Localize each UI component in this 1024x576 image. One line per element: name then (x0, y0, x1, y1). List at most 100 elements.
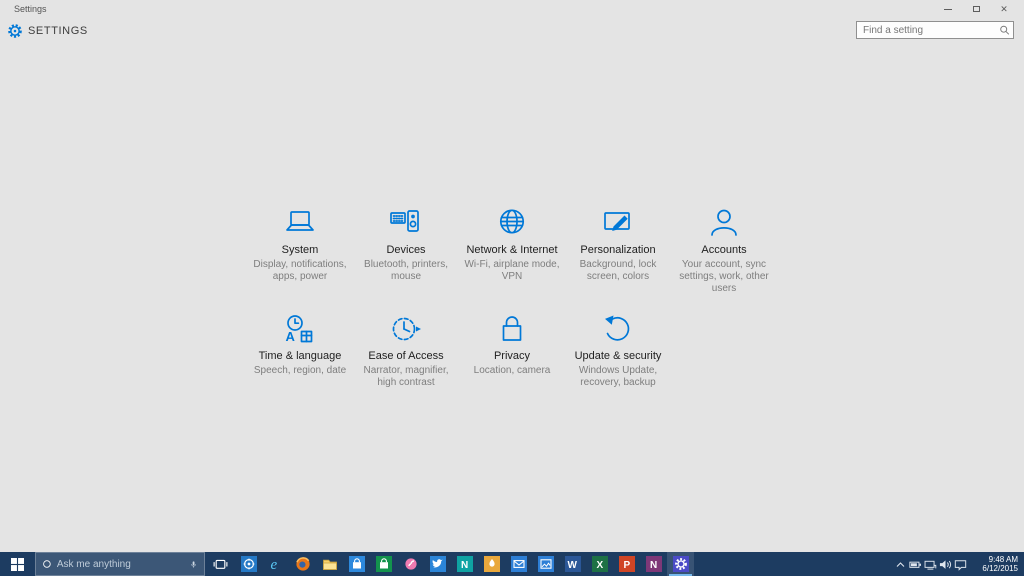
ease-of-access-icon (388, 314, 424, 344)
microphone-icon[interactable] (189, 558, 198, 571)
tile-devices[interactable]: Devices Bluetooth, printers, mouse (353, 208, 459, 283)
tile-time-language[interactable]: A Time & language Speech, region, date (247, 314, 353, 377)
cortana-icon (42, 557, 52, 571)
system-tray: 9:48 AM 6/12/2015 (893, 552, 1024, 576)
find-setting-input[interactable] (857, 25, 999, 36)
task-view-button[interactable] (205, 552, 235, 576)
insider-hub-icon (241, 556, 257, 572)
taskbar-app-store[interactable] (343, 552, 370, 576)
taskbar-app-powerpoint[interactable]: P (613, 552, 640, 576)
tile-network-internet[interactable]: Network & Internet Wi-Fi, airplane mode,… (459, 208, 565, 283)
clock-language-icon: A (282, 314, 318, 344)
window-title: Settings (14, 4, 47, 14)
taskbar-app-store-beta[interactable] (370, 552, 397, 576)
svg-text:W: W (567, 560, 577, 571)
settings-app-icon (673, 556, 689, 572)
window-titlebar: Settings ✕ (0, 0, 1024, 18)
tile-privacy[interactable]: Privacy Location, camera (459, 314, 565, 377)
taskbar-app-n[interactable]: N (451, 552, 478, 576)
close-icon: ✕ (1000, 5, 1008, 14)
tile-title: Privacy (459, 350, 565, 363)
taskbar-app-file-explorer[interactable] (316, 552, 343, 576)
laptop-icon (282, 208, 318, 238)
maximize-button[interactable] (962, 0, 990, 18)
tray-action-center-icon[interactable] (953, 552, 968, 576)
find-setting-searchbox[interactable] (856, 21, 1014, 39)
tile-subtitle: Windows Update, recovery, backup (565, 365, 671, 389)
tile-title: Ease of Access (353, 350, 459, 363)
onenote-icon: N (646, 556, 662, 572)
minimize-icon (944, 9, 952, 10)
refresh-icon (600, 314, 636, 344)
taskbar-app-candy[interactable] (397, 552, 424, 576)
tray-battery-icon[interactable] (908, 552, 923, 576)
taskbar-searchbox[interactable] (35, 552, 205, 576)
tile-title: Time & language (247, 350, 353, 363)
candy-app-icon (403, 556, 419, 572)
tile-subtitle: Wi-Fi, airplane mode, VPN (459, 259, 565, 283)
tile-system[interactable]: System Display, notifications, apps, pow… (247, 208, 353, 283)
tile-title: Personalization (565, 244, 671, 257)
svg-text:X: X (596, 560, 603, 571)
tile-title: Devices (353, 244, 459, 257)
tile-title: Update & security (565, 350, 671, 363)
taskbar-app-twitter[interactable] (424, 552, 451, 576)
search-icon[interactable] (999, 23, 1010, 37)
minimize-button[interactable] (934, 0, 962, 18)
word-icon: W (565, 556, 581, 572)
tile-update-security[interactable]: Update & security Windows Update, recove… (565, 314, 671, 389)
taskbar-app-mail[interactable] (505, 552, 532, 576)
n-app-icon: N (457, 556, 473, 572)
tile-subtitle: Narrator, magnifier, high contrast (353, 365, 459, 389)
tile-subtitle: Location, camera (459, 365, 565, 377)
tile-subtitle: Bluetooth, printers, mouse (353, 259, 459, 283)
taskbar-app-excel[interactable]: X (586, 552, 613, 576)
tile-title: Accounts (671, 244, 777, 257)
tray-volume-icon[interactable] (938, 552, 953, 576)
tile-ease-of-access[interactable]: Ease of Access Narrator, magnifier, high… (353, 314, 459, 389)
taskbar-app-settings[interactable] (667, 552, 694, 576)
mail-icon (511, 556, 527, 572)
tray-network-icon[interactable] (923, 552, 938, 576)
start-button[interactable] (0, 552, 35, 576)
tray-chevron-up-button[interactable] (893, 552, 908, 576)
maximize-icon (973, 6, 980, 12)
lock-icon (494, 314, 530, 344)
amber-app-icon (484, 556, 500, 572)
tile-subtitle: Display, notifications, apps, power (247, 259, 353, 283)
powerpoint-icon: P (619, 556, 635, 572)
task-view-icon (213, 557, 228, 572)
taskbar-app-onenote[interactable]: N (640, 552, 667, 576)
tile-subtitle: Speech, region, date (247, 365, 353, 377)
close-button[interactable]: ✕ (990, 0, 1018, 18)
taskbar-app-word[interactable]: W (559, 552, 586, 576)
file-explorer-icon (322, 556, 338, 572)
taskbar-app-insider-hub[interactable] (235, 552, 262, 576)
store-beta-icon (376, 556, 392, 572)
tile-accounts[interactable]: Accounts Your account, sync settings, wo… (671, 208, 777, 295)
display-pen-icon (600, 208, 636, 238)
tile-subtitle: Your account, sync settings, work, other… (671, 259, 777, 295)
taskbar-app-amber[interactable] (478, 552, 505, 576)
firefox-icon (295, 556, 311, 572)
tile-title: System (247, 244, 353, 257)
twitter-bird-icon (430, 556, 446, 572)
photos-icon (538, 556, 554, 572)
tray-date: 6/12/2015 (968, 564, 1018, 573)
taskbar-search-input[interactable] (52, 559, 189, 570)
internet-explorer-icon: e (268, 556, 284, 572)
settings-gear-icon (7, 23, 23, 39)
svg-text:e: e (270, 557, 277, 572)
globe-icon (494, 208, 530, 238)
tile-personalization[interactable]: Personalization Background, lock screen,… (565, 208, 671, 283)
svg-text:N: N (461, 560, 468, 571)
taskbar-app-firefox[interactable] (289, 552, 316, 576)
taskbar-app-internet-explorer[interactable]: e (262, 552, 289, 576)
taskbar-app-photos[interactable] (532, 552, 559, 576)
tile-subtitle: Background, lock screen, colors (565, 259, 671, 283)
taskbar-clock[interactable]: 9:48 AM 6/12/2015 (968, 555, 1024, 573)
svg-text:P: P (623, 560, 630, 571)
taskbar-empty-area (694, 552, 893, 576)
svg-text:N: N (650, 560, 657, 571)
svg-text:A: A (286, 329, 296, 344)
